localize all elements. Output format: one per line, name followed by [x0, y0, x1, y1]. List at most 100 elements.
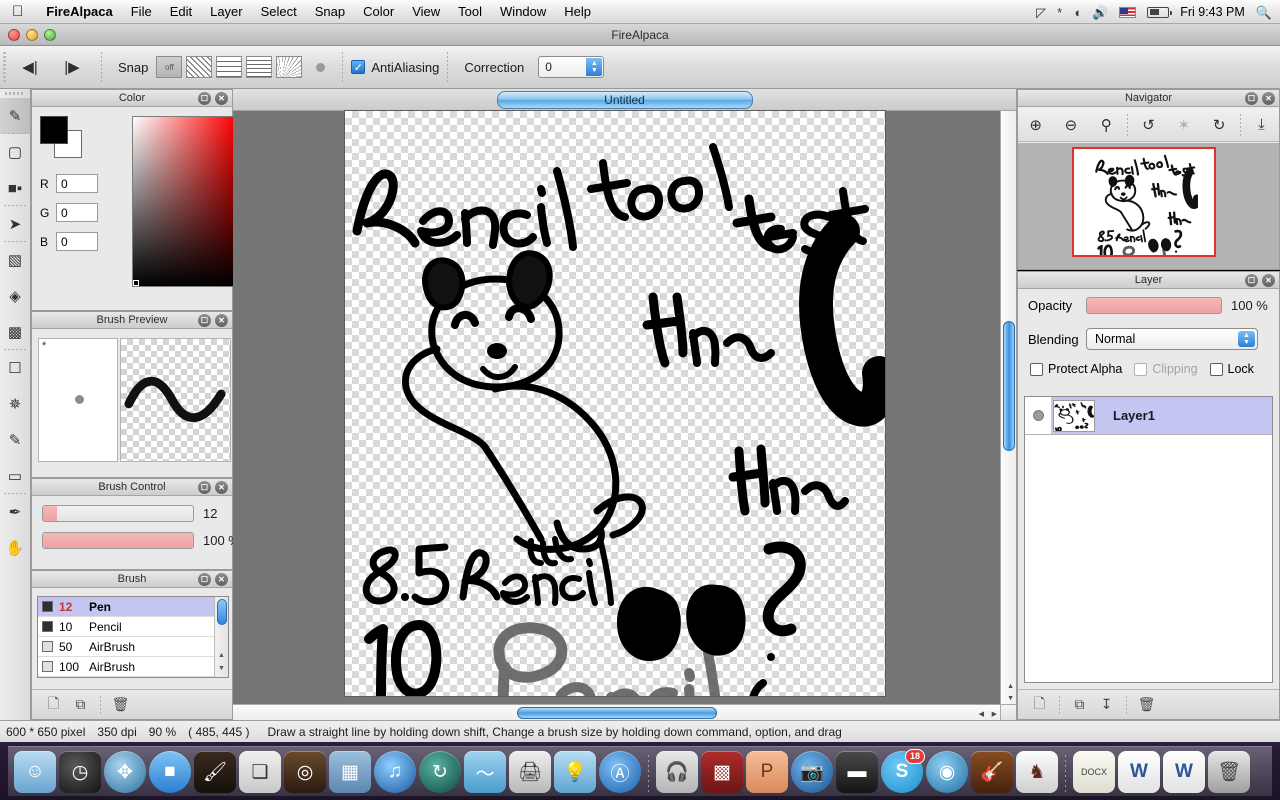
new-brush-icon[interactable]: 🗋: [46, 695, 61, 713]
docx-file-icon[interactable]: DOCX: [1073, 751, 1115, 793]
move-tool[interactable]: ➤: [0, 206, 30, 242]
wave-icon[interactable]: 〜: [464, 751, 506, 793]
rotate-right-icon[interactable]: ↻: [1201, 108, 1236, 142]
printer-icon[interactable]: 🖨: [509, 751, 551, 793]
battery-icon[interactable]: [1147, 6, 1173, 18]
menu-item-edit[interactable]: Edit: [161, 0, 201, 24]
navigator-preview-area[interactable]: [1018, 143, 1279, 269]
red-input[interactable]: [56, 174, 98, 193]
brush-list[interactable]: 12 Pen 10 Pencil 50 AirBrush 100 AirBrus…: [37, 596, 229, 678]
snap-radial-lines-button[interactable]: [276, 56, 303, 78]
history-prev-button[interactable]: ◀|: [9, 46, 51, 89]
new-layer-icon[interactable]: 🗋: [1032, 695, 1047, 713]
time-machine-icon[interactable]: ↻: [419, 751, 461, 793]
dashboard-icon[interactable]: ◷: [59, 751, 101, 793]
list-item[interactable]: 10 Pencil: [38, 617, 228, 637]
color-swatches[interactable]: [40, 116, 84, 158]
firealpaca-icon[interactable]: ♞: [1016, 751, 1058, 793]
duplicate-brush-icon[interactable]: ⧉: [73, 696, 88, 713]
optbar-grip[interactable]: [0, 46, 9, 89]
itunes-icon[interactable]: ♫: [374, 751, 416, 793]
green-input[interactable]: [56, 203, 98, 222]
snap-point-button[interactable]: [312, 56, 328, 78]
foreground-color-swatch[interactable]: [40, 116, 68, 144]
scrollbar-thumb[interactable]: [1003, 321, 1015, 451]
gradient-tool[interactable]: ▩: [0, 314, 30, 350]
correction-stepper[interactable]: 0 ▲ ▼: [538, 56, 605, 78]
canvas-vertical-scrollbar[interactable]: ▲ ▼: [1000, 111, 1016, 704]
wifi-icon[interactable]: ◖: [1073, 6, 1081, 19]
blue-input[interactable]: [56, 232, 98, 251]
magic-wand-tool[interactable]: ✵: [0, 386, 30, 422]
scroll-up-icon[interactable]: ▲: [1007, 683, 1014, 690]
collapse-icon[interactable]: ☐: [1245, 92, 1258, 105]
history-next-button[interactable]: |▶: [51, 46, 93, 89]
close-icon[interactable]: ✕: [1262, 92, 1275, 105]
layer-list[interactable]: Layer1: [1024, 396, 1273, 683]
layer-opacity-slider[interactable]: [1086, 297, 1222, 314]
scroll-left-icon[interactable]: ◀: [979, 710, 984, 718]
paintbrush-icon[interactable]: 🖌: [194, 751, 236, 793]
zoom-out-icon[interactable]: ⊖: [1053, 108, 1088, 142]
list-item[interactable]: 50 AirBrush: [38, 637, 228, 657]
camera-icon[interactable]: 📷: [791, 751, 833, 793]
collapse-icon[interactable]: ☐: [198, 314, 211, 327]
scrollbar-thumb[interactable]: [517, 707, 717, 719]
flag-icon[interactable]: [1119, 6, 1137, 18]
brush-list-scrollbar[interactable]: ▲ ▼: [214, 597, 228, 677]
eyedropper-tool[interactable]: ✒: [0, 494, 30, 530]
lock-checkbox[interactable]: Lock: [1209, 362, 1254, 376]
close-icon[interactable]: ✕: [215, 573, 228, 586]
canvas-horizontal-scrollbar[interactable]: ◀ ▶: [233, 704, 1000, 720]
globe-icon[interactable]: ◉: [926, 751, 968, 793]
chevron-updown-icon[interactable]: ▲ ▼: [1238, 331, 1255, 347]
scroll-down-icon[interactable]: ▼: [1007, 695, 1014, 702]
pencil-tool[interactable]: ✎: [0, 98, 30, 134]
menu-item-select[interactable]: Select: [252, 0, 306, 24]
flip-horizontal-icon[interactable]: ⤓: [1244, 108, 1279, 142]
stepper-arrows-icon[interactable]: ▲ ▼: [586, 58, 603, 76]
zoom-reset-icon[interactable]: ⚲: [1089, 108, 1124, 142]
menu-item-view[interactable]: View: [403, 0, 449, 24]
device-icon[interactable]: ▬: [836, 751, 878, 793]
merge-down-icon[interactable]: ↧: [1099, 696, 1114, 713]
bluetooth-icon[interactable]: *: [1057, 6, 1062, 19]
close-button[interactable]: [8, 29, 20, 41]
layer-blending-select[interactable]: Normal ▲ ▼: [1086, 328, 1258, 350]
menu-item-tool[interactable]: Tool: [449, 0, 491, 24]
mission-control-icon[interactable]: ▦: [329, 751, 371, 793]
search-icon[interactable]: 🔍: [1256, 6, 1272, 19]
photobooth-icon[interactable]: ▩: [701, 751, 743, 793]
snap-grid-button[interactable]: [216, 56, 243, 78]
time-machine-icon[interactable]: ◸: [1036, 6, 1046, 19]
duplicate-layer-icon[interactable]: ⧉: [1072, 696, 1087, 713]
list-item[interactable]: Layer1: [1025, 397, 1272, 435]
delete-layer-icon[interactable]: 🗑: [1138, 696, 1156, 713]
scrollbar-thumb[interactable]: [217, 599, 227, 625]
menu-item-file[interactable]: File: [122, 0, 161, 24]
collapse-icon[interactable]: ☐: [198, 573, 211, 586]
canvas-viewport[interactable]: [233, 111, 1016, 720]
p-app-icon[interactable]: P: [746, 751, 788, 793]
iphoto-icon[interactable]: ❏: [239, 751, 281, 793]
scroll-right-icon[interactable]: ▶: [992, 710, 997, 718]
select-rect-tool[interactable]: ☐: [0, 350, 30, 386]
headphones-icon[interactable]: 🎧: [656, 751, 698, 793]
zoom-button[interactable]: [44, 29, 56, 41]
trash-icon[interactable]: 🗑: [1208, 751, 1250, 793]
menu-item-color[interactable]: Color: [354, 0, 403, 24]
word-doc-2-icon[interactable]: W: [1163, 751, 1205, 793]
layer-visibility-toggle[interactable]: [1025, 397, 1051, 434]
close-icon[interactable]: ✕: [215, 481, 228, 494]
skype-icon[interactable]: S 18: [881, 749, 925, 793]
collapse-icon[interactable]: ☐: [198, 92, 211, 105]
snap-off-button[interactable]: off: [156, 56, 183, 78]
finder-icon[interactable]: ☺: [14, 751, 56, 793]
saturation-value-picker[interactable]: [132, 116, 236, 287]
eraser-tool[interactable]: ▢: [0, 134, 30, 170]
canvas-sheet[interactable]: [345, 111, 885, 696]
close-icon[interactable]: ✕: [215, 314, 228, 327]
menu-item-layer[interactable]: Layer: [201, 0, 252, 24]
menu-item-snap[interactable]: Snap: [306, 0, 354, 24]
volume-icon[interactable]: 🔊: [1092, 6, 1108, 19]
